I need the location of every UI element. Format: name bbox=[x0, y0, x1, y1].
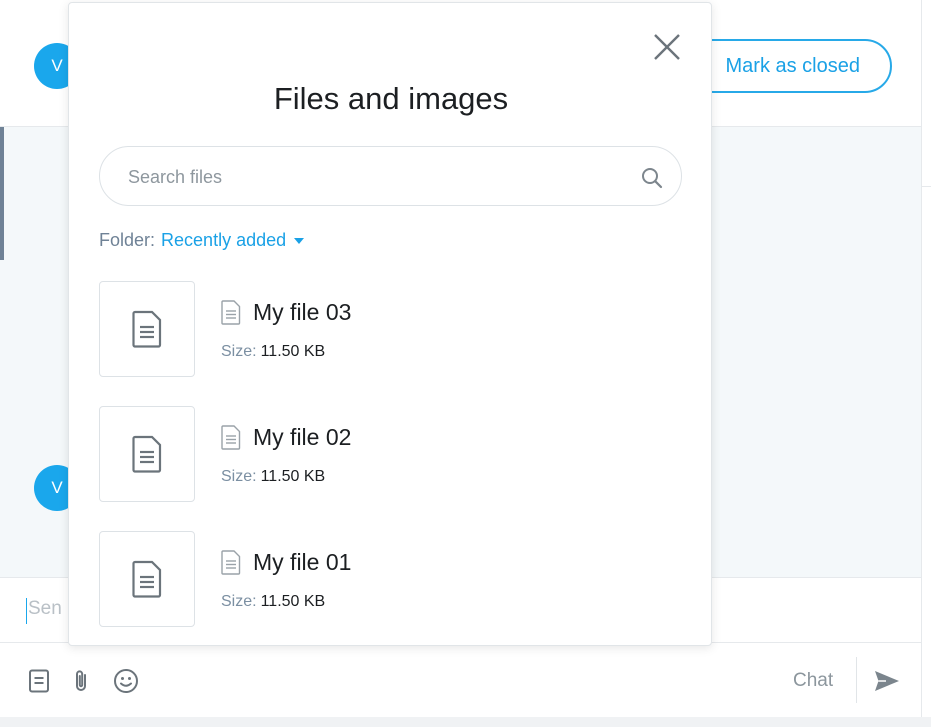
paperclip-icon[interactable] bbox=[67, 667, 95, 695]
file-name[interactable]: My file 03 bbox=[253, 299, 351, 326]
document-icon bbox=[132, 560, 162, 598]
file-item[interactable]: My file 03 Size: 11.50 KB bbox=[99, 281, 683, 406]
file-size: Size: 11.50 KB bbox=[221, 468, 325, 486]
note-icon[interactable] bbox=[25, 667, 53, 695]
bottom-strip bbox=[0, 717, 931, 727]
document-icon bbox=[132, 310, 162, 348]
size-value: 11.50 KB bbox=[260, 593, 326, 610]
size-value: 11.50 KB bbox=[260, 468, 326, 485]
folder-value: Recently added bbox=[161, 230, 287, 250]
search-input[interactable] bbox=[128, 165, 608, 189]
size-label: Size: bbox=[221, 468, 257, 485]
folder-dropdown[interactable]: Recently added bbox=[161, 230, 305, 251]
size-value: 11.50 KB bbox=[260, 343, 326, 360]
mark-as-closed-button[interactable]: Mark as closed bbox=[686, 39, 892, 93]
file-type-icon bbox=[221, 425, 241, 450]
right-panel-edge bbox=[921, 0, 931, 727]
file-item[interactable]: My file 01 Size: 11.50 KB bbox=[99, 531, 683, 656]
file-name-row: My file 01 bbox=[221, 549, 351, 576]
close-icon[interactable] bbox=[651, 31, 683, 63]
file-type-icon bbox=[221, 300, 241, 325]
file-name[interactable]: My file 02 bbox=[253, 424, 351, 451]
file-name-row: My file 03 bbox=[221, 299, 351, 326]
left-accent-bar bbox=[0, 127, 4, 260]
file-type-icon bbox=[221, 550, 241, 575]
file-thumbnail[interactable] bbox=[99, 406, 195, 502]
size-label: Size: bbox=[221, 593, 257, 610]
avatar-initial: V bbox=[51, 56, 63, 75]
files-modal: Files and images Folder: Recently added bbox=[68, 2, 712, 646]
file-item[interactable]: My file 02 Size: 11.50 KB bbox=[99, 406, 683, 531]
modal-title: Files and images bbox=[273, 81, 509, 116]
file-name-row: My file 02 bbox=[221, 424, 351, 451]
toolbar-divider bbox=[856, 657, 857, 703]
avatar-initial: V bbox=[51, 478, 63, 497]
size-label: Size: bbox=[221, 343, 257, 360]
chat-app: V Mark as closed V Sen Chat Files and im… bbox=[0, 0, 931, 727]
caret-down-icon bbox=[294, 237, 305, 244]
file-list: My file 03 Size: 11.50 KB My file 02 Size… bbox=[99, 281, 683, 656]
folder-selector: Folder: Recently added bbox=[99, 230, 305, 251]
file-name[interactable]: My file 01 bbox=[253, 549, 351, 576]
chat-mode-label[interactable]: Chat bbox=[793, 670, 833, 692]
search-box bbox=[99, 146, 682, 206]
file-thumbnail[interactable] bbox=[99, 281, 195, 377]
file-thumbnail[interactable] bbox=[99, 531, 195, 627]
search-icon[interactable] bbox=[640, 166, 664, 190]
file-size: Size: 11.50 KB bbox=[221, 343, 325, 361]
folder-label: Folder: bbox=[99, 230, 156, 250]
file-size: Size: 11.50 KB bbox=[221, 593, 325, 611]
emoji-icon[interactable] bbox=[112, 667, 140, 695]
document-icon bbox=[132, 435, 162, 473]
send-icon[interactable] bbox=[872, 666, 902, 696]
